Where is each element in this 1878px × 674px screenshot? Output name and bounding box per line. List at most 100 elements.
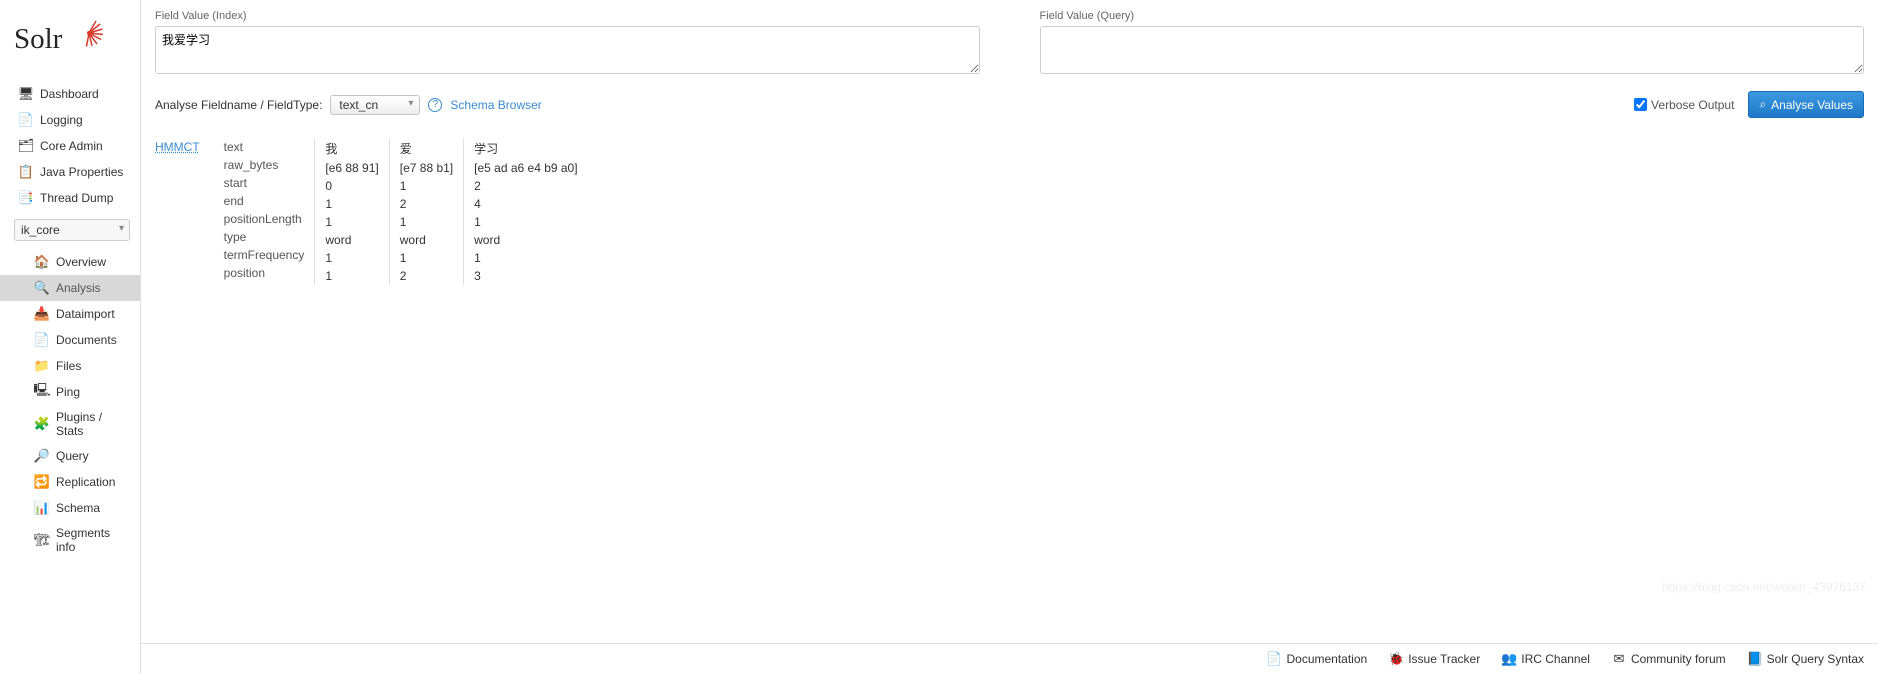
core-selector[interactable]: ik_core [14,219,130,241]
nav-query[interactable]: 🔎Query [0,443,140,469]
svg-text:Solr: Solr [14,23,63,55]
ping-icon: 🖳 [34,384,50,400]
nav-segments[interactable]: 🏗Segments info [0,521,140,559]
nav-documents[interactable]: 📄Documents [0,327,140,353]
result-row-labels: text raw_bytes start end positionLength … [214,138,315,285]
schema-browser-label: Schema Browser [450,98,541,112]
token-cell: 1 [325,267,378,285]
nav-plugins[interactable]: 🧩 Plugins / Stats [0,405,140,443]
footer: 📄Documentation 🐞 Issue Tracker 👥 IRC Chann… [141,643,1878,674]
field-index-col: Field Value (Index) [155,10,980,77]
verbose-checkbox-wrap[interactable]: Verbose Output [1634,98,1734,112]
token-cell: 我 [325,138,378,159]
nav-dataimport[interactable]: 📥Dataimport [0,301,140,327]
thread-dump-icon: 📑 [18,190,34,206]
logo: Solr [0,8,140,81]
footer-irc[interactable]: 👥 IRC Channel [1502,652,1590,666]
token-col: 学习 [e5 ad a6 e4 b9 a0] 2 4 1 word 1 3 [463,138,587,285]
footer-community[interactable]: ✉ Community forum [1612,652,1726,666]
row-label: position [224,264,305,282]
field-index-label: Field Value (Index) [155,10,980,22]
field-query-input[interactable] [1040,26,1865,74]
help-icon[interactable]: ? [428,98,442,112]
schema-icon: 📊 [34,500,50,516]
overview-icon: 🏠 [34,254,50,270]
nav-label: Java Properties [40,165,123,179]
nav-schema[interactable]: 📊Schema [0,495,140,521]
nav-label: Overview [56,255,106,269]
field-query-label: Field Value (Query) [1040,10,1865,22]
analyse-button[interactable]: ⌕ Analyse Values [1748,91,1864,118]
logging-icon: 📄 [18,112,34,128]
nav-logging[interactable]: 📄 Logging [0,107,140,133]
token-cell: 1 [474,213,577,231]
token-cell: [e5 ad a6 e4 b9 a0] [474,159,577,177]
nav-overview[interactable]: 🏠 Overview [0,249,140,275]
book-icon: 📘 [1748,652,1762,666]
nav-replication[interactable]: 🔁Replication [0,469,140,495]
footer-label: Documentation [1286,652,1367,666]
bug-icon: 🐞 [1389,652,1403,666]
fieldtype-select[interactable]: text_cn [330,95,420,115]
analyse-field-label: Analyse Fieldname / FieldType: [155,98,322,112]
users-icon: 👥 [1502,652,1516,666]
nav-label: Replication [56,475,115,489]
token-cell: 1 [400,249,453,267]
token-cell: 1 [325,213,378,231]
nav-label: Dataimport [56,307,115,321]
nav-label: Logging [40,113,83,127]
analysis-results: HMMCT text raw_bytes start end positionL… [155,138,1864,285]
dashboard-icon: 🖥 [18,86,34,102]
verbose-checkbox[interactable] [1634,98,1647,111]
segments-icon: 🏗 [34,532,50,548]
row-label: positionLength [224,210,305,228]
footer-label: Solr Query Syntax [1767,652,1864,666]
token-cell: [e6 88 91] [325,159,378,177]
plugins-icon: 🧩 [34,416,50,432]
core-admin-icon: 🗂 [18,138,34,154]
footer-query-syntax[interactable]: 📘 Solr Query Syntax [1748,652,1864,666]
token-cell: word [474,231,577,249]
token-cell: 2 [474,177,577,195]
java-props-icon: 📋 [18,164,34,180]
token-cell: 0 [325,177,378,195]
field-index-input[interactable] [155,26,980,74]
footer-documentation[interactable]: 📄Documentation [1267,652,1367,666]
nav-java-properties[interactable]: 📋 Java Properties [0,159,140,185]
nav-dashboard[interactable]: 🖥 Dashboard [0,81,140,107]
row-label: termFrequency [224,246,305,264]
fieldtype-value: text_cn [339,98,378,112]
token-cell: word [400,231,453,249]
nav-label: Dashboard [40,87,99,101]
footer-label: IRC Channel [1521,652,1590,666]
schema-browser-link[interactable]: Schema Browser [450,98,541,112]
nav-thread-dump[interactable]: 📑 Thread Dump [0,185,140,211]
nav-analysis[interactable]: 🔍Analysis [0,275,140,301]
token-cell: 1 [325,195,378,213]
sidebar: Solr 🖥 Dashboard 📄 Logging 🗂 Core Admin 📋 Ja… [0,0,140,674]
result-table: text raw_bytes start end positionLength … [214,138,588,285]
footer-issue-tracker[interactable]: 🐞 Issue Tracker [1389,652,1480,666]
token-col: 我 [e6 88 91] 0 1 1 word 1 1 [314,138,388,285]
nav-ping[interactable]: 🖳Ping [0,379,140,405]
token-cell: 1 [400,177,453,195]
row-label: raw_bytes [224,156,305,174]
nav-label: Plugins / Stats [56,410,130,438]
analyzer-name[interactable]: HMMCT [155,138,200,285]
analysis-icon: 🔍 [34,280,50,296]
nav-files[interactable]: 📁Files [0,353,140,379]
mail-icon: ✉ [1612,652,1626,666]
verbose-label: Verbose Output [1651,98,1734,112]
footer-label: Issue Tracker [1408,652,1480,666]
nav-core-admin[interactable]: 🗂 Core Admin [0,133,140,159]
token-cell: 2 [400,195,453,213]
row-label: start [224,174,305,192]
nav-label: Query [56,449,89,463]
files-icon: 📁 [34,358,50,374]
token-cell: [e7 88 b1] [400,159,453,177]
main: Field Value (Index) Field Value (Query) … [140,0,1878,674]
token-cell: 2 [400,267,453,285]
nav-label: Thread Dump [40,191,113,205]
nav-label: Core Admin [40,139,103,153]
footer-label: Community forum [1631,652,1726,666]
